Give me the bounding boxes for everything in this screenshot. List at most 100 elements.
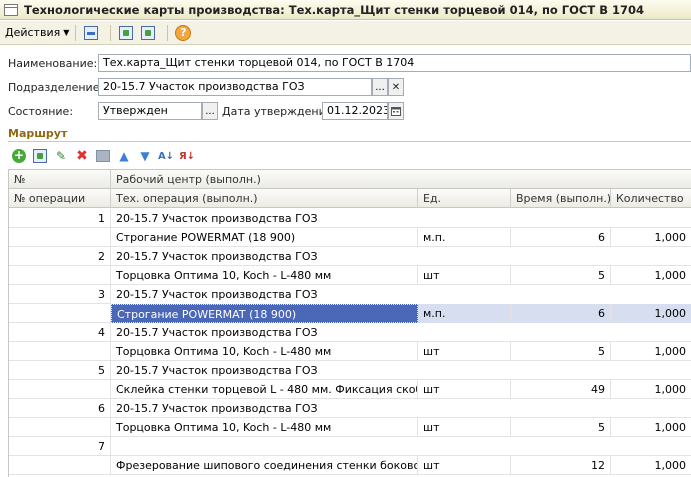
cell-qty: 1,000 bbox=[611, 418, 691, 437]
name-field[interactable]: Тех.карта_Щит стенки торцевой 014, по ГО… bbox=[98, 54, 691, 72]
cell-no: 6 bbox=[9, 399, 111, 418]
table-row[interactable]: 6 20-15.7 Участок производства ГОЗ bbox=[9, 399, 691, 418]
table-row[interactable]: Торцовка Оптима 10, Koch - L-480 мм шт 5… bbox=[9, 266, 691, 285]
col-header-operation[interactable]: Тех. операция (выполн.) bbox=[111, 189, 418, 208]
table-row[interactable]: Склейка стенки торцевой L - 480 мм. Фикс… bbox=[9, 380, 691, 399]
cell-op-no bbox=[9, 266, 111, 285]
cell-unit: шт bbox=[418, 380, 511, 399]
col-header-work-center[interactable]: Рабочий центр (выполн.) bbox=[111, 170, 691, 189]
table-header-row-1: № Рабочий центр (выполн.) bbox=[9, 170, 691, 189]
cell-no: 5 bbox=[9, 361, 111, 380]
cell-op-no bbox=[9, 342, 111, 361]
cell-unit: шт bbox=[418, 266, 511, 285]
window-title: Технологические карты производства: Тех.… bbox=[24, 2, 644, 17]
cell-operation: Строгание POWERMAT (18 900) bbox=[111, 304, 418, 323]
cell-time: 12 bbox=[511, 456, 611, 475]
cell-time: 6 bbox=[511, 304, 611, 323]
date-field[interactable]: 01.12.2023 bbox=[322, 102, 388, 120]
cell-op-no bbox=[9, 380, 111, 399]
table-row[interactable]: Строгание POWERMAT (18 900) м.п. 6 1,000 bbox=[9, 228, 691, 247]
state-field[interactable]: Утвержден bbox=[98, 102, 202, 120]
actions-menu-button[interactable]: Действия ▼ bbox=[5, 26, 69, 39]
actions-label: Действия bbox=[5, 26, 61, 39]
save-close-icon bbox=[84, 25, 99, 40]
refresh-button[interactable] bbox=[117, 24, 135, 42]
table-row[interactable]: Торцовка Оптима 10, Koch - L-480 мм шт 5… bbox=[9, 418, 691, 437]
cell-operation: Склейка стенки торцевой L - 480 мм. Фикс… bbox=[111, 380, 418, 399]
table-row[interactable]: 4 20-15.7 Участок производства ГОЗ bbox=[9, 323, 691, 342]
edit-row-button[interactable]: ✎ bbox=[52, 147, 70, 165]
arrow-down-icon: ▼ bbox=[140, 149, 150, 163]
cell-work-center: 20-15.7 Участок производства ГОЗ bbox=[111, 323, 691, 342]
move-down-button[interactable]: ▼ bbox=[136, 147, 154, 165]
table-header-row-2: № операции Тех. операция (выполн.) Ед. В… bbox=[9, 189, 691, 208]
cell-operation: Торцовка Оптима 10, Koch - L-480 мм bbox=[111, 342, 418, 361]
cell-unit: м.п. bbox=[418, 228, 511, 247]
arrow-up-icon: ▲ bbox=[119, 149, 129, 163]
cell-qty: 1,000 bbox=[611, 228, 691, 247]
save-close-button[interactable] bbox=[82, 24, 100, 42]
dept-field[interactable]: 20-15.7 Участок производства ГОЗ bbox=[98, 78, 372, 96]
cell-op-no bbox=[9, 456, 111, 475]
cell-no: 3 bbox=[9, 285, 111, 304]
table-row[interactable]: 5 20-15.7 Участок производства ГОЗ bbox=[9, 361, 691, 380]
main-toolbar: Действия ▼ ? bbox=[0, 21, 691, 45]
delete-icon: ✖ bbox=[76, 148, 88, 164]
copy-row-icon bbox=[33, 149, 47, 163]
route-section-title: Маршрут bbox=[8, 127, 68, 140]
col-header-qty[interactable]: Количество bbox=[611, 189, 691, 208]
cell-time: 5 bbox=[511, 342, 611, 361]
cell-operation: Строгание POWERMAT (18 900) bbox=[111, 228, 418, 247]
table-row[interactable]: 2 20-15.7 Участок производства ГОЗ bbox=[9, 247, 691, 266]
table-row[interactable]: 1 20-15.7 Участок производства ГОЗ bbox=[9, 209, 691, 228]
help-button[interactable]: ? bbox=[174, 24, 192, 42]
cell-time: 6 bbox=[511, 228, 611, 247]
add-row-button[interactable]: + bbox=[10, 147, 28, 165]
cell-time: 49 bbox=[511, 380, 611, 399]
cell-no: 1 bbox=[9, 209, 111, 228]
dept-browse-button[interactable]: ... bbox=[372, 78, 388, 96]
move-up-button[interactable]: ▲ bbox=[115, 147, 133, 165]
state-browse-button[interactable]: ... bbox=[202, 102, 218, 120]
calendar-icon bbox=[391, 107, 401, 116]
table-row[interactable]: 7 bbox=[9, 437, 691, 456]
window-icon bbox=[4, 3, 18, 16]
cell-unit: м.п. bbox=[418, 304, 511, 323]
cell-unit: шт bbox=[418, 342, 511, 361]
cell-operation: Фрезерование шипового соединения стенки … bbox=[111, 456, 418, 475]
cell-qty: 1,000 bbox=[611, 342, 691, 361]
table-row[interactable]: Торцовка Оптима 10, Koch - L-480 мм шт 5… bbox=[9, 342, 691, 361]
refresh-icon bbox=[119, 25, 134, 40]
window-titlebar: Технологические карты производства: Тех.… bbox=[0, 0, 691, 20]
end-edit-button[interactable] bbox=[96, 150, 110, 162]
cell-no: 7 bbox=[9, 437, 111, 456]
sort-desc-button[interactable]: Я↓ bbox=[178, 147, 196, 165]
cell-op-no bbox=[9, 228, 111, 247]
cell-no: 2 bbox=[9, 247, 111, 266]
calendar-button[interactable] bbox=[388, 102, 404, 120]
cell-time: 5 bbox=[511, 266, 611, 285]
delete-row-button[interactable]: ✖ bbox=[73, 147, 91, 165]
col-header-time[interactable]: Время (выполн.) bbox=[511, 189, 611, 208]
name-label: Наименование: bbox=[8, 57, 98, 70]
dept-label: Подразделение: bbox=[8, 81, 104, 94]
sort-asc-button[interactable]: A↓ bbox=[157, 147, 175, 165]
dept-clear-button[interactable]: ✕ bbox=[388, 78, 404, 96]
help-icon: ? bbox=[175, 24, 192, 41]
copy-row-button[interactable] bbox=[31, 147, 49, 165]
cell-operation: Торцовка Оптима 10, Koch - L-480 мм bbox=[111, 418, 418, 437]
cell-qty: 1,000 bbox=[611, 304, 691, 323]
dropdown-arrow-icon: ▼ bbox=[63, 28, 70, 37]
cell-work-center: 20-15.7 Участок производства ГОЗ bbox=[111, 209, 691, 228]
table-row[interactable]: 3 20-15.7 Участок производства ГОЗ bbox=[9, 285, 691, 304]
col-header-op-no[interactable]: № операции bbox=[9, 189, 111, 208]
table-row-selected[interactable]: Строгание POWERMAT (18 900) м.п. 6 1,000 bbox=[9, 304, 691, 323]
route-toolbar: + ✎ ✖ ▲ ▼ A↓ Я↓ bbox=[10, 146, 196, 166]
sort-asc-icon: A↓ bbox=[157, 150, 175, 162]
table-row[interactable]: Фрезерование шипового соединения стенки … bbox=[9, 456, 691, 475]
col-header-unit[interactable]: Ед. bbox=[418, 189, 511, 208]
sort-desc-icon: Я↓ bbox=[178, 150, 196, 162]
col-header-no[interactable]: № bbox=[9, 170, 111, 189]
copy-button[interactable] bbox=[139, 24, 157, 42]
cell-time: 5 bbox=[511, 418, 611, 437]
